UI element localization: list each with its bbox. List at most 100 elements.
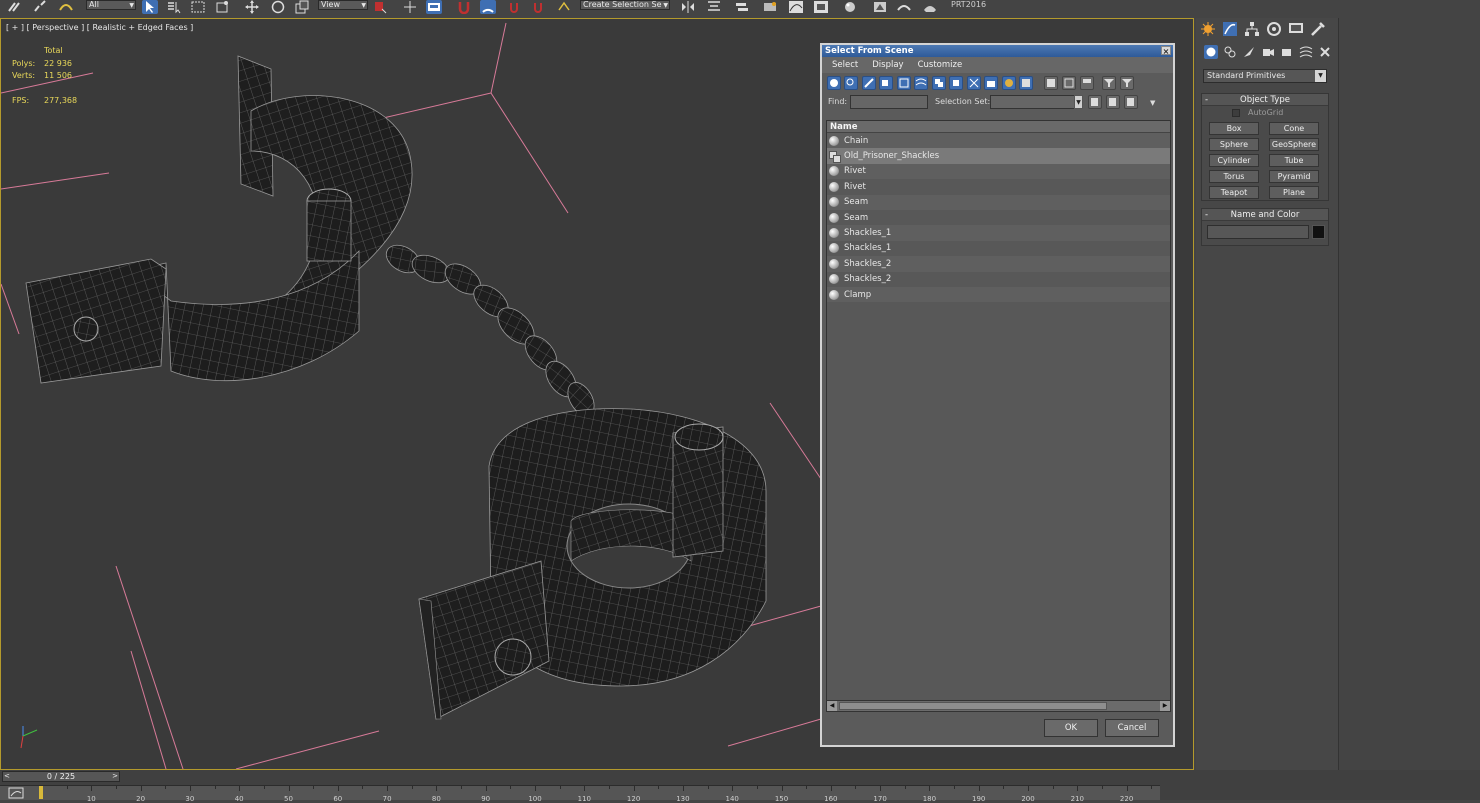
list-item[interactable]: Rivet xyxy=(827,163,1170,180)
scroll-left-icon[interactable]: ◀ xyxy=(827,701,837,711)
menu-select[interactable]: Select xyxy=(832,60,858,70)
render-production-icon[interactable] xyxy=(922,0,938,14)
helpers-category-icon[interactable] xyxy=(1280,45,1294,59)
angle-snap-icon[interactable] xyxy=(480,0,496,14)
spinner-snap-icon[interactable] xyxy=(530,0,546,14)
hierarchy-tab-icon[interactable] xyxy=(1244,21,1260,37)
geosphere-button[interactable]: GeoSphere xyxy=(1269,138,1319,151)
named-selection-sets-dropdown[interactable]: Create Selection Se ▼ xyxy=(580,0,670,10)
rectangle-selection-icon[interactable] xyxy=(190,0,206,14)
spell-check-icon[interactable] xyxy=(556,0,572,14)
filter-options-icon[interactable] xyxy=(1120,76,1134,90)
display-cameras-icon[interactable] xyxy=(879,76,893,90)
percent-snap-icon[interactable] xyxy=(506,0,522,14)
display-groups-icon[interactable] xyxy=(932,76,946,90)
name-and-color-header[interactable]: - Name and Color xyxy=(1202,209,1328,221)
filter-icon[interactable] xyxy=(1102,76,1116,90)
create-tab-icon[interactable] xyxy=(1200,21,1216,37)
torus-button[interactable]: Torus xyxy=(1209,170,1259,183)
space-warps-category-icon[interactable] xyxy=(1299,45,1313,59)
list-item[interactable]: Old_Prisoner_Shackles xyxy=(827,148,1170,164)
horizontal-scrollbar[interactable]: ◀ ▶ xyxy=(826,700,1171,712)
close-button[interactable]: × xyxy=(1161,46,1171,56)
plane-button[interactable]: Plane xyxy=(1269,186,1319,199)
menu-display[interactable]: Display xyxy=(872,60,903,70)
find-input[interactable] xyxy=(850,95,928,109)
select-by-name-icon[interactable] xyxy=(166,0,182,14)
add-to-selection-set-icon[interactable] xyxy=(1106,95,1120,109)
display-space-warps-icon[interactable] xyxy=(914,76,928,90)
ok-button[interactable]: OK xyxy=(1044,719,1098,737)
viewport-label[interactable]: [ + ] [ Perspective ] [ Realistic + Edge… xyxy=(6,23,193,32)
rotate-icon[interactable] xyxy=(270,0,286,14)
object-type-header[interactable]: - Object Type xyxy=(1202,94,1328,106)
list-item[interactable]: Shackles_2 xyxy=(827,256,1170,272)
display-helpers-icon[interactable] xyxy=(897,76,911,90)
cone-button[interactable]: Cone xyxy=(1269,122,1319,135)
remove-from-selection-set-icon[interactable] xyxy=(1124,95,1138,109)
snaps-toggle-icon[interactable] xyxy=(456,0,472,14)
teapot-button[interactable]: Teapot xyxy=(1209,186,1259,199)
display-shapes-icon[interactable] xyxy=(844,76,858,90)
chevron-down-icon[interactable]: ▼ xyxy=(1074,95,1083,109)
window-crossing-icon[interactable] xyxy=(214,0,230,14)
sphere-button[interactable]: Sphere xyxy=(1209,138,1259,151)
align-icon[interactable] xyxy=(706,0,722,14)
schematic-view-icon[interactable] xyxy=(813,0,829,14)
display-frozen-icon[interactable] xyxy=(1002,76,1016,90)
next-frame-button[interactable]: > xyxy=(112,772,118,781)
primitive-category-dropdown[interactable]: Standard Primitives ▼ xyxy=(1203,69,1327,83)
display-bones-icon[interactable] xyxy=(967,76,981,90)
list-item[interactable]: Shackles_1 xyxy=(827,241,1170,256)
list-item[interactable]: Shackles_2 xyxy=(827,272,1170,287)
create-selection-set-icon[interactable] xyxy=(1088,95,1102,109)
object-name-field[interactable] xyxy=(1207,225,1309,239)
rendered-frame-window-icon[interactable] xyxy=(896,0,912,14)
select-object-icon[interactable] xyxy=(142,0,158,14)
material-editor-icon[interactable] xyxy=(842,0,858,14)
display-all-icon[interactable] xyxy=(1044,76,1058,90)
previous-frame-button[interactable]: < xyxy=(4,772,10,781)
display-hidden-icon[interactable] xyxy=(1019,76,1033,90)
bind-space-warp-icon[interactable] xyxy=(58,0,74,14)
shapes-category-icon[interactable] xyxy=(1223,45,1237,59)
scroll-right-icon[interactable]: ▶ xyxy=(1160,701,1170,711)
chevron-down-icon[interactable]: ▼ xyxy=(1315,70,1326,82)
display-geometry-icon[interactable] xyxy=(827,76,841,90)
move-icon[interactable] xyxy=(244,0,260,14)
pyramid-button[interactable]: Pyramid xyxy=(1269,170,1319,183)
display-invert-icon[interactable] xyxy=(1080,76,1094,90)
list-item[interactable]: Chain xyxy=(827,133,1170,149)
cameras-category-icon[interactable] xyxy=(1261,45,1275,59)
display-xrefs-icon[interactable] xyxy=(949,76,963,90)
keyboard-shortcut-toggle-icon[interactable] xyxy=(426,0,442,14)
modify-tab-icon[interactable] xyxy=(1222,21,1238,37)
cancel-button[interactable]: Cancel xyxy=(1105,719,1159,737)
list-item[interactable]: Rivet xyxy=(827,179,1170,194)
mirror-icon[interactable] xyxy=(680,0,696,14)
curve-editor-icon[interactable] xyxy=(788,0,804,14)
toolbar-overflow-icon[interactable]: ▼ xyxy=(1150,99,1155,107)
list-item[interactable]: Seam xyxy=(827,194,1170,210)
list-item[interactable]: Seam xyxy=(827,210,1170,225)
lights-category-icon[interactable] xyxy=(1242,45,1256,59)
display-containers-icon[interactable] xyxy=(984,76,998,90)
geometry-category-icon[interactable] xyxy=(1204,45,1218,59)
list-header-name[interactable]: Name xyxy=(827,121,1170,133)
link-icon[interactable] xyxy=(6,0,22,14)
select-manipulate-icon[interactable] xyxy=(402,0,418,14)
tube-button[interactable]: Tube xyxy=(1269,154,1319,167)
curve-editor-mini-icon[interactable] xyxy=(8,787,24,799)
motion-tab-icon[interactable] xyxy=(1266,21,1282,37)
cylinder-button[interactable]: Cylinder xyxy=(1209,154,1259,167)
reference-coordinate-dropdown[interactable]: View ▼ xyxy=(318,0,368,10)
selection-filter-dropdown[interactable]: All ▼ xyxy=(86,0,136,10)
list-item[interactable]: Clamp xyxy=(827,286,1170,303)
selection-set-dropdown[interactable] xyxy=(990,95,1082,109)
track-bar[interactable]: 10 20 30 40 50 60 70 80 90 100 110 120 130 140 150 160 1… xyxy=(0,785,1160,803)
display-lights-icon[interactable] xyxy=(862,76,876,90)
systems-category-icon[interactable] xyxy=(1318,45,1332,59)
object-color-swatch[interactable] xyxy=(1312,225,1325,239)
display-none-icon[interactable] xyxy=(1062,76,1076,90)
plugin-label[interactable]: PRT2016 xyxy=(951,0,986,9)
